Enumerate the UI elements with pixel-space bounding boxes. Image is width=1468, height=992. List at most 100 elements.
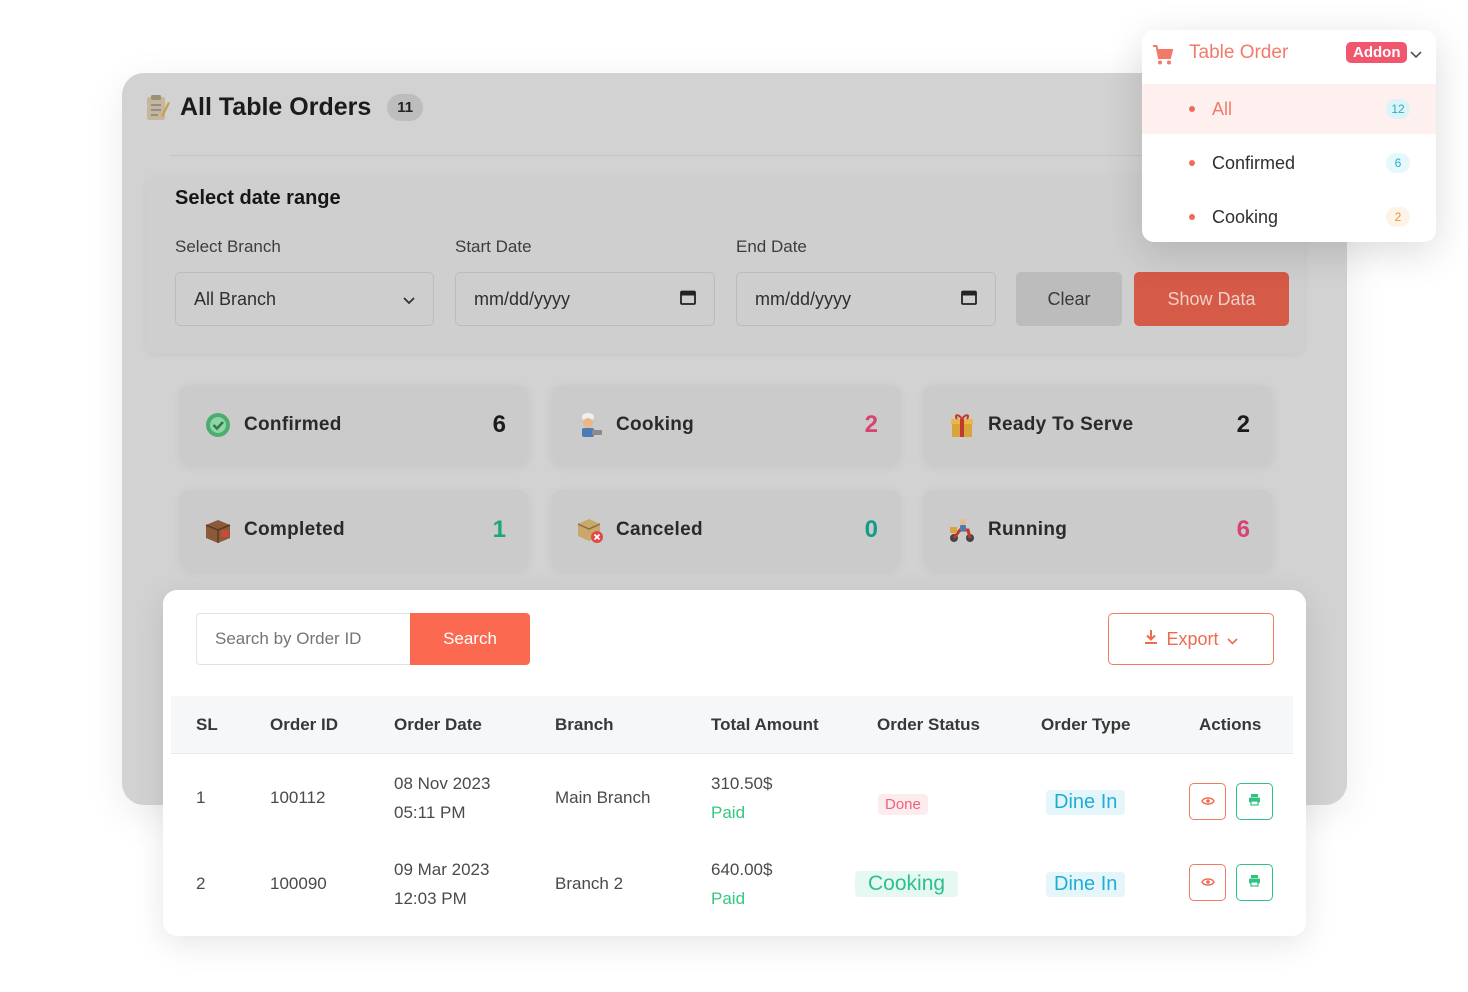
stat-card-cooking[interactable]: Cooking 2 xyxy=(552,385,900,465)
branch-label: Select Branch xyxy=(175,237,281,256)
table-header: SL Order ID Order Date Branch Total Amou… xyxy=(171,696,1293,754)
cell-order-id: 100090 xyxy=(270,874,327,893)
addon-badge: Addon xyxy=(1346,42,1408,63)
stat-label: Confirmed xyxy=(244,414,342,435)
download-icon xyxy=(1144,629,1158,650)
cell-total-amount: 310.50$ Paid xyxy=(711,769,772,827)
start-date-label: Start Date xyxy=(455,237,532,256)
end-date-input[interactable]: mm/dd/yyyy xyxy=(736,272,996,326)
start-date-placeholder: mm/dd/yyyy xyxy=(474,288,571,309)
menu-item-cooking[interactable]: Cooking 2 xyxy=(1142,192,1436,242)
start-date-input[interactable]: mm/dd/yyyy xyxy=(455,272,715,326)
column-header[interactable]: Order ID xyxy=(270,715,338,735)
cell-order-date: 09 Mar 2023 12:03 PM xyxy=(394,855,489,913)
menu-item-all[interactable]: All 12 xyxy=(1142,84,1436,134)
clipboard-icon xyxy=(144,94,170,122)
order-status-badge: Cooking xyxy=(855,871,959,897)
eye-icon xyxy=(1200,793,1215,811)
menu-item-count: 12 xyxy=(1386,99,1410,119)
search-button[interactable]: Search xyxy=(410,613,530,665)
menu-title: Table Order xyxy=(1189,42,1289,63)
page-header: All Table Orders 11 xyxy=(144,93,424,122)
menu-item-label: All xyxy=(1212,98,1233,119)
page-title: All Table Orders xyxy=(180,93,372,121)
payment-status: Paid xyxy=(711,803,746,822)
orders-count-badge: 11 xyxy=(387,94,424,121)
order-status-badge: Done xyxy=(878,794,928,815)
export-button[interactable]: Export xyxy=(1108,613,1274,665)
amount: 310.50$ xyxy=(711,774,773,793)
column-header[interactable]: Order Type xyxy=(1041,715,1130,735)
menu-item-confirmed[interactable]: Confirmed 6 xyxy=(1142,138,1436,188)
stat-label: Running xyxy=(988,519,1068,540)
branch-select-value: All Branch xyxy=(194,288,277,309)
eye-icon xyxy=(1200,874,1215,892)
clear-button[interactable]: Clear xyxy=(1016,272,1122,326)
branch-select[interactable]: All Branch xyxy=(175,272,434,326)
order-date: 08 Nov 2023 xyxy=(394,774,491,793)
orders-table-card: Search Export SL Order ID Order Date Bra… xyxy=(163,590,1306,936)
stat-value: 6 xyxy=(492,411,506,438)
stat-label: Canceled xyxy=(616,519,703,540)
stat-card-confirmed[interactable]: Confirmed 6 xyxy=(180,385,528,465)
header-divider xyxy=(170,155,1257,156)
printer-icon xyxy=(1248,874,1261,892)
cell-sl: 1 xyxy=(196,788,206,807)
cell-order-date: 08 Nov 2023 05:11 PM xyxy=(394,769,490,827)
calendar-icon[interactable] xyxy=(680,289,696,310)
stat-value: 2 xyxy=(1236,411,1250,438)
show-data-button[interactable]: Show Data xyxy=(1134,272,1289,326)
order-type-badge: Dine In xyxy=(1046,872,1126,897)
column-header[interactable]: SL xyxy=(196,715,218,735)
end-date-placeholder: mm/dd/yyyy xyxy=(755,288,852,309)
cell-branch: Main Branch xyxy=(555,788,651,807)
order-time: 12:03 PM xyxy=(394,889,467,908)
delivery-scooter-icon xyxy=(948,516,976,544)
stat-card-ready-to-serve[interactable]: Ready To Serve 2 xyxy=(924,385,1272,465)
table-row: 1 100112 08 Nov 2023 05:11 PM Main Branc… xyxy=(171,755,1293,841)
stat-value: 6 xyxy=(1236,516,1250,543)
printer-icon xyxy=(1248,793,1261,811)
cell-branch: Branch 2 xyxy=(555,874,624,893)
table-order-menu-header[interactable]: Table Order Addon xyxy=(1142,30,1436,80)
column-header[interactable]: Total Amount xyxy=(711,715,819,735)
print-order-button[interactable] xyxy=(1236,864,1273,901)
package-icon xyxy=(204,516,232,544)
stat-value: 2 xyxy=(864,411,878,438)
order-type-badge: Dine In xyxy=(1046,790,1126,815)
menu-item-count: 6 xyxy=(1386,153,1410,173)
calendar-icon[interactable] xyxy=(961,289,977,310)
column-header[interactable]: Branch xyxy=(555,715,614,735)
export-label: Export xyxy=(1166,628,1219,649)
chevron-down-icon xyxy=(403,289,415,310)
amount: 640.00$ xyxy=(711,860,773,879)
chevron-down-icon xyxy=(1226,629,1238,650)
cell-sl: 2 xyxy=(196,874,206,893)
stat-card-canceled[interactable]: Canceled 0 xyxy=(552,490,900,570)
cell-order-id: 100112 xyxy=(270,788,326,807)
stat-card-running[interactable]: Running 6 xyxy=(924,490,1272,570)
date-range-filter: Select date range Select Branch All Bran… xyxy=(146,175,1304,353)
order-time: 05:11 PM xyxy=(394,803,466,822)
view-order-button[interactable] xyxy=(1189,864,1226,901)
gift-box-icon xyxy=(948,411,976,439)
check-circle-icon xyxy=(204,411,232,439)
order-search-input[interactable] xyxy=(196,613,411,665)
stat-label: Completed xyxy=(244,519,345,540)
chef-icon xyxy=(576,411,604,439)
menu-item-label: Cooking xyxy=(1212,206,1279,227)
stat-card-completed[interactable]: Completed 1 xyxy=(180,490,528,570)
bullet-dot-icon xyxy=(1189,160,1195,166)
column-header[interactable]: Order Status xyxy=(877,715,980,735)
column-header[interactable]: Order Date xyxy=(394,715,482,735)
print-order-button[interactable] xyxy=(1236,783,1273,820)
table-order-menu: Table Order Addon All 12 Confirmed 6 Coo… xyxy=(1142,30,1436,242)
menu-item-count: 2 xyxy=(1386,207,1410,227)
cancel-box-icon xyxy=(576,516,604,544)
bullet-dot-icon xyxy=(1189,106,1195,112)
table-row: 2 100090 09 Mar 2023 12:03 PM Branch 2 6… xyxy=(171,841,1293,927)
view-order-button[interactable] xyxy=(1189,783,1226,820)
stat-label: Ready To Serve xyxy=(988,414,1134,435)
filter-title: Select date range xyxy=(175,187,341,209)
menu-item-label: Confirmed xyxy=(1212,152,1296,173)
